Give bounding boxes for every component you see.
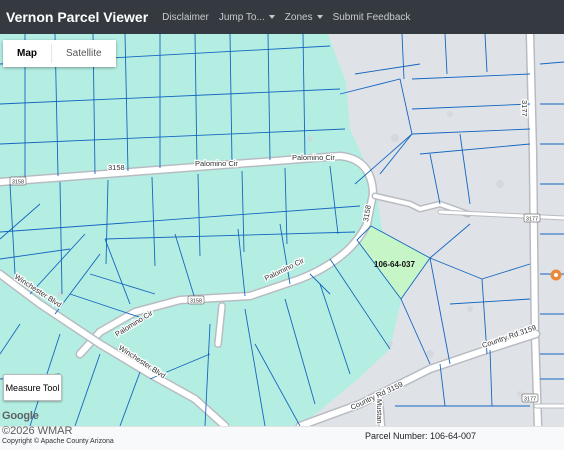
nav-jump-to[interactable]: Jump To... — [219, 12, 275, 23]
app-brand[interactable]: Vernon Parcel Viewer — [6, 9, 148, 25]
google-logo-text: Google — [2, 410, 39, 422]
navbar: Vernon Parcel Viewer Disclaimer Jump To.… — [0, 0, 564, 34]
measure-tool-button[interactable]: Measure Tool — [3, 374, 62, 401]
nav-zones-label: Zones — [284, 11, 313, 23]
chevron-down-icon — [316, 15, 323, 19]
map-canvas[interactable]: 3158 Palomino Cir Palomino Cir 3158 Palo… — [0, 34, 564, 426]
shield-3158-bottom-text: 3158 — [190, 299, 202, 305]
road-label-palomino-1: Palomino Cir — [195, 159, 238, 168]
road-label-3177: 3177 — [520, 100, 529, 117]
nav-submit-feedback[interactable]: Submit Feedback — [333, 12, 411, 23]
shield-3158-left-text: 3158 — [12, 180, 24, 186]
road-label-palomino-2: Palomino Cir — [292, 153, 335, 162]
map-type-satellite-button[interactable]: Satellite — [52, 40, 116, 67]
map-svg[interactable]: 3158 Palomino Cir Palomino Cir 3158 Palo… — [0, 34, 564, 426]
road-label-3158: 3158 — [108, 163, 125, 172]
chevron-down-icon — [268, 15, 275, 19]
footer: ©2026 WMAR Copyright © Apache County Ari… — [0, 425, 564, 450]
nav-jump-to-label: Jump To... — [218, 11, 265, 23]
zone-area[interactable] — [0, 34, 402, 426]
nav-zones[interactable]: Zones — [285, 12, 323, 23]
shield-3177-mid-text: 3177 — [526, 217, 538, 223]
watermark: ©2026 WMAR — [2, 425, 73, 437]
shield-3177-bottom-text: 3177 — [524, 397, 536, 403]
map-type-map-button[interactable]: Map — [3, 40, 51, 67]
poi-marker-dot — [554, 273, 558, 277]
parcel-label: 106-64-037 — [374, 260, 415, 269]
nav-disclaimer-label: Disclaimer — [162, 11, 209, 23]
road-label-mustang: Mustan — [375, 399, 384, 424]
nav-submit-feedback-label: Submit Feedback — [332, 11, 411, 23]
parcel-number-text: Parcel Number: 106-64-007 — [365, 431, 477, 441]
copyright-text: Copyright © Apache County Arizona — [2, 438, 114, 445]
google-logo[interactable]: Google — [2, 410, 39, 422]
nav-disclaimer[interactable]: Disclaimer — [162, 12, 209, 23]
map-type-control: Map Satellite — [3, 40, 116, 67]
